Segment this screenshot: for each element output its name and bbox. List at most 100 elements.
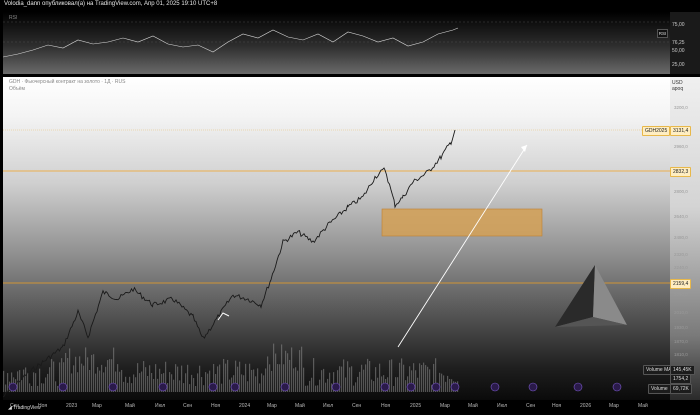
- price-pane[interactable]: GDH · Фьючерсный контракт на золото · 1Д…: [3, 77, 670, 400]
- time-tick-label: Ноя: [211, 403, 221, 409]
- volume-bar: [219, 364, 221, 392]
- time-tick-label: Ноя: [381, 403, 391, 409]
- rsi-chart: [3, 21, 670, 63]
- time-axis[interactable]: Сен Ноя 2023 Мар Май Июл Сен Ноя 2024 Мар Май Июл Се…: [0, 400, 700, 415]
- time-tick-label: Июл: [155, 403, 166, 409]
- price-tick: 1870,0: [674, 339, 688, 344]
- volume-bar: [273, 343, 275, 392]
- event-marker-icon: [108, 382, 118, 392]
- volume-bar: [173, 379, 175, 392]
- time-tick-label: Июл: [497, 403, 508, 409]
- volume-bar: [345, 377, 347, 392]
- volume-bar: [353, 385, 355, 392]
- volume-bar: [69, 348, 71, 392]
- volume-bar: [45, 377, 47, 392]
- volume-bar: [27, 372, 29, 392]
- event-marker-icon: [58, 382, 68, 392]
- volume-bar: [5, 384, 7, 392]
- volume-bar: [347, 361, 349, 392]
- volume-bar: [33, 372, 35, 392]
- volume-bar: [253, 369, 255, 392]
- volume-bar: [31, 385, 33, 392]
- volume-bar: [103, 372, 105, 392]
- volume-bar: [185, 373, 187, 392]
- price-tick: 2010,0: [674, 310, 688, 315]
- volume-bar: [181, 365, 183, 392]
- volume-bar: [393, 385, 395, 392]
- volume-bar: [133, 374, 135, 392]
- volume-bar: [79, 356, 81, 392]
- volume-bar: [73, 365, 75, 392]
- rsi-pane[interactable]: RSI: [3, 12, 670, 74]
- rsi-value-badge: 76,25: [672, 40, 685, 46]
- volume-bar: [179, 380, 181, 392]
- volume-bar: [147, 375, 149, 392]
- support-price-badge: 2159,4: [670, 279, 692, 289]
- event-marker-icon: [208, 382, 218, 392]
- volume-bar: [295, 367, 297, 392]
- time-tick-label: Май: [638, 403, 648, 409]
- volume-bar: [43, 383, 45, 392]
- volume-bar: [177, 366, 179, 392]
- volume-bar: [351, 366, 353, 392]
- time-tick-label: 2025: [410, 403, 422, 409]
- publication-title: Volodia_dann опубликовал(а) на TradingVi…: [4, 1, 218, 7]
- volume-bar: [321, 370, 323, 392]
- volume-bar: [123, 381, 125, 392]
- event-marker-icon: [612, 382, 622, 392]
- volume-bar: [169, 372, 171, 392]
- volume-bar: [363, 369, 365, 392]
- volume-bar: [375, 367, 377, 392]
- volume-bar: [415, 370, 417, 392]
- volume-bar: [51, 359, 53, 392]
- volume-bar: [87, 357, 89, 392]
- volume-bar: [371, 379, 373, 392]
- volume-bar: [343, 359, 345, 392]
- volume-bar: [261, 373, 263, 392]
- volume-bar: [241, 374, 243, 392]
- volume-bar: [445, 381, 447, 392]
- volume-bar: [255, 376, 257, 392]
- volume-bar: [91, 354, 93, 392]
- event-marker-icon: [528, 382, 538, 392]
- resistance-price-badge: 2832,3: [670, 167, 692, 177]
- volume-bar: [203, 385, 205, 392]
- volume-bar: [425, 365, 427, 392]
- volume-bar: [307, 385, 309, 392]
- volume-bar: [297, 370, 299, 392]
- rsi-axis[interactable]: 75,00 76,25 50,00 25,00: [670, 12, 700, 74]
- price-tick: 2480,0: [674, 235, 688, 240]
- volume-bar: [305, 385, 307, 392]
- volume-bar: [85, 347, 87, 392]
- price-tick: 2240,0: [674, 265, 688, 270]
- volume-bar: [49, 367, 51, 392]
- projection-arrow-line: [397, 144, 528, 348]
- volume-bar: [377, 377, 379, 392]
- volume-bar: [157, 378, 159, 392]
- event-marker-icon: [230, 382, 240, 392]
- price-tick: 2800,0: [674, 189, 688, 194]
- volume-bar: [3, 370, 5, 392]
- volume-bar: [291, 347, 293, 392]
- scale-mode-label[interactable]: apoq: [672, 86, 683, 92]
- demand-zone-rect: [381, 208, 543, 237]
- volume-bar: [423, 362, 425, 392]
- volume-bar: [311, 377, 313, 392]
- volume-bar: [97, 367, 99, 392]
- volume-bar: [199, 365, 201, 392]
- volume-bar: [127, 382, 129, 392]
- volume-bar: [309, 380, 311, 392]
- volume-bar: [427, 366, 429, 392]
- volume-bar: [275, 353, 277, 392]
- volume-bar: [367, 358, 369, 392]
- volume-bar: [105, 366, 107, 392]
- volume-bar: [277, 364, 279, 392]
- volume-bar: [249, 363, 251, 392]
- volume-bar: [391, 359, 393, 392]
- event-marker-icon: [331, 382, 341, 392]
- volume-badge: 69,72K: [670, 384, 692, 394]
- volume-bar: [327, 378, 329, 392]
- volume-bar: [101, 364, 103, 392]
- volume-bar: [447, 375, 449, 392]
- volume-bar: [341, 366, 343, 392]
